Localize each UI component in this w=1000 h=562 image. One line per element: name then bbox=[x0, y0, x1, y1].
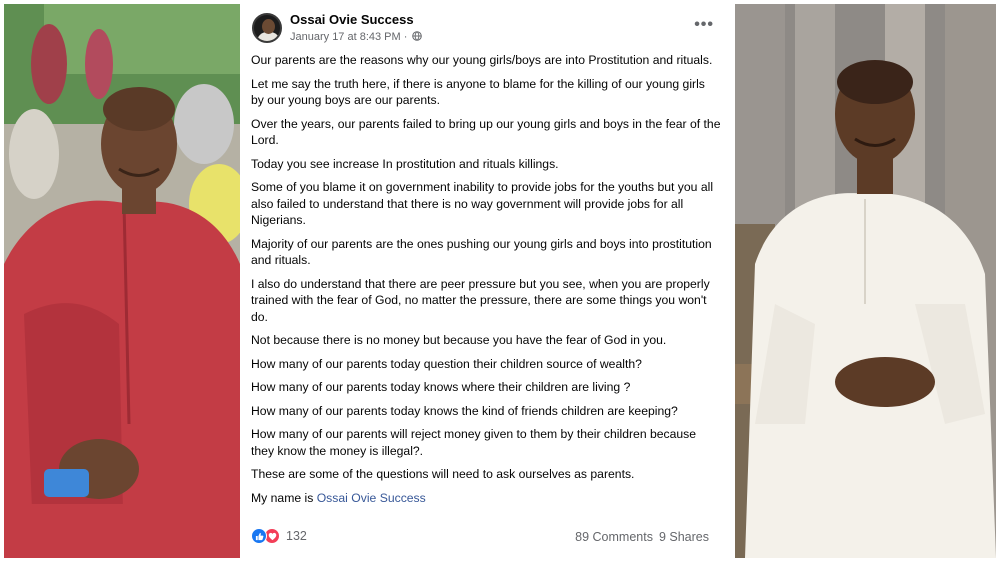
post-paragraph: I also do understand that there are peer… bbox=[251, 276, 710, 324]
comments-count-link[interactable]: 89 Comments bbox=[575, 530, 653, 544]
avatar[interactable] bbox=[252, 13, 282, 43]
facebook-post: Ossai Ovie Success January 17 at 8:43 PM… bbox=[243, 4, 732, 558]
right-photo bbox=[735, 4, 996, 558]
post-paragraph: These are some of the questions will nee… bbox=[251, 467, 635, 481]
reaction-count: 132 bbox=[286, 529, 307, 543]
post-header: Ossai Ovie Success January 17 at 8:43 PM… bbox=[243, 4, 732, 50]
shares-count-link[interactable]: 9 Shares bbox=[659, 530, 709, 544]
post-paragraph: Our parents are the reasons why our youn… bbox=[251, 53, 713, 67]
author-mention-link[interactable]: Ossai Ovie Success bbox=[317, 491, 426, 505]
post-paragraph: Majority of our parents are the ones pus… bbox=[251, 236, 712, 268]
signature-prefix: My name is bbox=[251, 490, 317, 505]
like-icon bbox=[251, 528, 267, 544]
post-timestamp[interactable]: January 17 at 8:43 PM bbox=[290, 31, 401, 43]
author-name[interactable]: Ossai Ovie Success bbox=[290, 12, 414, 27]
more-options-button[interactable]: ••• bbox=[694, 16, 714, 34]
post-meta: January 17 at 8:43 PM · bbox=[290, 31, 423, 43]
man-in-red-outfit-image bbox=[4, 4, 240, 558]
globe-icon bbox=[412, 31, 423, 41]
post-paragraph: How many of our parents today question t… bbox=[251, 356, 642, 371]
post-paragraph: Some of you blame it on government inabi… bbox=[251, 180, 714, 227]
reactions-summary[interactable]: 132 bbox=[251, 528, 307, 544]
left-photo bbox=[4, 4, 240, 558]
post-paragraph: Over the years, our parents failed to br… bbox=[251, 116, 721, 148]
post-paragraph: Today you see increase In prostitution a… bbox=[251, 156, 559, 171]
engagement-counts: 89 Comments 9 Shares bbox=[575, 530, 709, 544]
avatar-face bbox=[262, 19, 275, 34]
post-paragraph: How many of our parents today knows the … bbox=[251, 403, 678, 418]
post-paragraph: How many of our parents today knows wher… bbox=[251, 380, 631, 394]
post-body: Our parents are the reasons why our youn… bbox=[251, 52, 721, 513]
post-paragraph: Not because there is no money but becaus… bbox=[251, 333, 667, 347]
man-in-white-outfit-image bbox=[735, 4, 996, 558]
post-footer: 132 89 Comments 9 Shares bbox=[251, 526, 721, 548]
post-paragraph: Let me say the truth here, if there is a… bbox=[251, 76, 705, 108]
post-signature: My name is Ossai Ovie Success bbox=[251, 490, 721, 507]
post-paragraph: How many of our parents will reject mone… bbox=[251, 427, 697, 458]
